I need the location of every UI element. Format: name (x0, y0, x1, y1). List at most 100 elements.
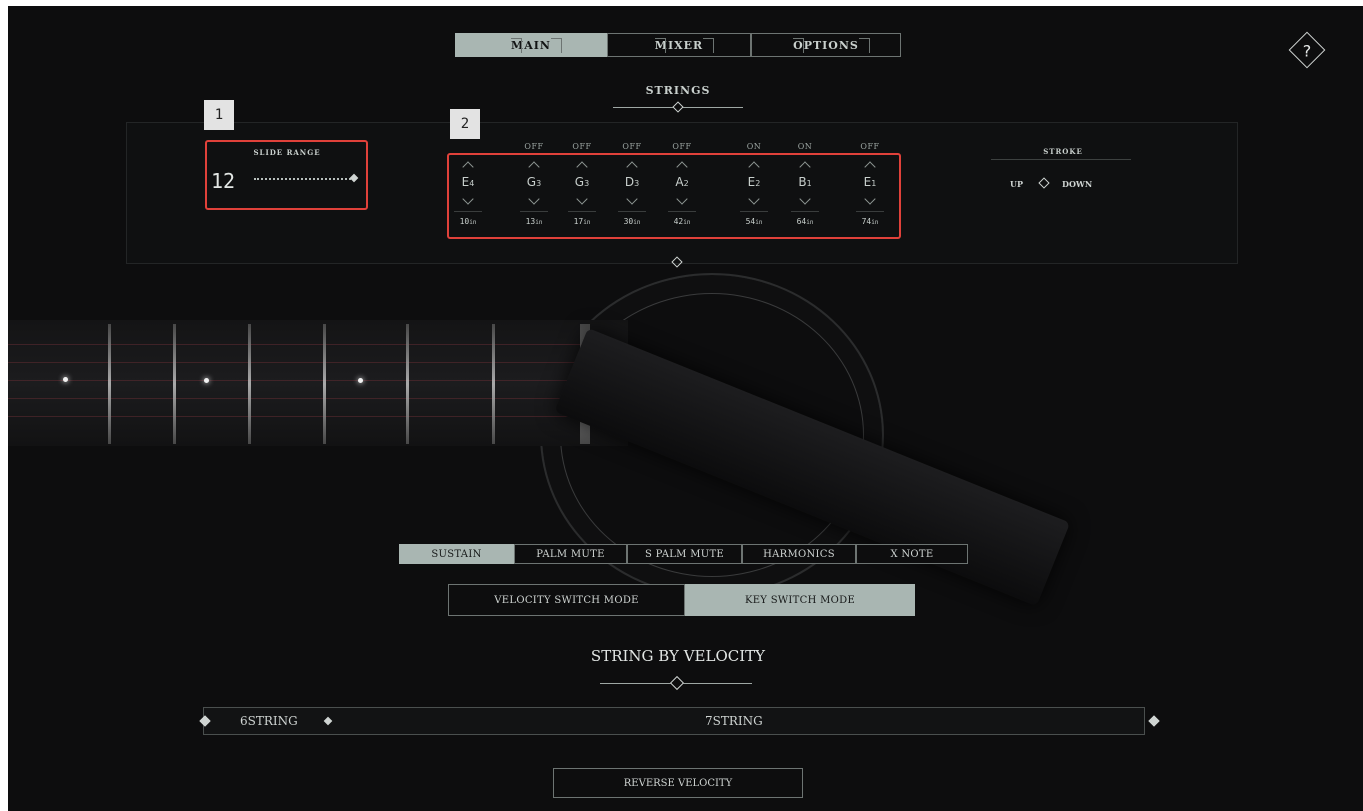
articulation-palm-mute[interactable]: PALM MUTE (514, 544, 627, 564)
gauge-value: 30 (623, 217, 634, 226)
strings-title: STRINGS (645, 84, 711, 97)
note-letter: G (574, 175, 585, 189)
tab-mixer[interactable]: MIXER (607, 33, 751, 57)
gauge-value: 64 (796, 217, 807, 226)
chevron-up-icon[interactable] (625, 162, 639, 168)
tab-main[interactable]: MAIN (455, 33, 607, 57)
reverse-velocity-button[interactable]: REVERSE VELOCITY (553, 768, 803, 798)
string-state[interactable]: OFF (567, 142, 597, 151)
chevron-up-icon[interactable] (461, 162, 475, 168)
note-octave: 1 (871, 179, 877, 188)
guitar-fret (108, 324, 111, 444)
note-octave: 2 (683, 179, 689, 188)
articulation-sustain[interactable]: SUSTAIN (399, 544, 514, 564)
string-divider (668, 211, 696, 212)
string-gauge[interactable]: 13in (517, 217, 551, 226)
gauge-value: 13 (525, 217, 536, 226)
string-state[interactable]: OFF (519, 142, 549, 151)
guitar-string (8, 362, 628, 363)
diamond-ornament-icon (669, 675, 685, 691)
guitar-fret (406, 324, 409, 444)
string-divider (454, 211, 482, 212)
string-state[interactable]: OFF (855, 142, 885, 151)
chevron-down-icon[interactable] (863, 198, 877, 204)
stroke-label: STROKE (1043, 147, 1083, 156)
string-note: B1 (790, 175, 820, 189)
guitar-string (8, 344, 628, 345)
fret-marker (204, 378, 209, 383)
gauge-unit: in (755, 219, 763, 226)
velocity-switch-mode-button[interactable]: VELOCITY SWITCH MODE (448, 584, 685, 616)
string-note: A2 (667, 175, 697, 189)
string-divider (568, 211, 596, 212)
fret-marker (63, 377, 68, 382)
string-gauge[interactable]: 54in (737, 217, 771, 226)
chevron-down-icon[interactable] (798, 198, 812, 204)
note-octave: 2 (755, 179, 761, 188)
gauge-value: 54 (745, 217, 756, 226)
chevron-up-icon[interactable] (863, 162, 877, 168)
string-divider (520, 211, 548, 212)
velocity-right-end-icon (1148, 715, 1160, 727)
chevron-up-icon[interactable] (798, 162, 812, 168)
note-letter: G (526, 175, 537, 189)
guitar-string (8, 398, 628, 399)
string-gauge[interactable]: 42in (665, 217, 699, 226)
velocity-7string-label: 7STRING (705, 714, 763, 728)
diamond-ornament-icon (672, 101, 684, 113)
articulation-harmonics[interactable]: HARMONICS (742, 544, 856, 564)
string-gauge[interactable]: 30in (615, 217, 649, 226)
chevron-down-icon[interactable] (675, 198, 689, 204)
guitar-fret (248, 324, 251, 444)
gauge-unit: in (806, 219, 814, 226)
annotation-badge-1: 1 (204, 100, 234, 130)
guitar-fretboard (8, 320, 628, 446)
articulation-s-palm-mute[interactable]: S PALM MUTE (627, 544, 742, 564)
highlight-strings (447, 153, 901, 239)
string-by-velocity-title: STRING BY VELOCITY (590, 647, 766, 665)
plugin-window: MAIN MIXER OPTIONS ? STRINGS 1 2 SLIDE R… (8, 6, 1363, 811)
note-octave: 3 (634, 179, 640, 188)
gauge-unit: in (583, 219, 591, 226)
note-octave: 3 (536, 179, 542, 188)
fret-marker (358, 378, 363, 383)
velocity-split-bar[interactable] (203, 707, 1145, 735)
gauge-value: 17 (573, 217, 584, 226)
guitar-fret (173, 324, 176, 444)
key-switch-mode-button[interactable]: KEY SWITCH MODE (685, 584, 915, 616)
string-gauge[interactable]: 10in (451, 217, 485, 226)
chevron-down-icon[interactable] (575, 198, 589, 204)
chevron-up-icon[interactable] (575, 162, 589, 168)
chevron-down-icon[interactable] (747, 198, 761, 204)
string-state[interactable]: OFF (617, 142, 647, 151)
string-gauge[interactable]: 74in (853, 217, 887, 226)
help-button[interactable]: ? (1288, 31, 1326, 69)
articulation-x-note[interactable]: X NOTE (856, 544, 968, 564)
gauge-value: 10 (459, 217, 470, 226)
chevron-down-icon[interactable] (625, 198, 639, 204)
chevron-down-icon[interactable] (527, 198, 541, 204)
string-state[interactable]: ON (739, 142, 769, 151)
gauge-unit: in (535, 219, 543, 226)
string-note: E4 (453, 175, 483, 189)
stroke-up[interactable]: UP (1010, 179, 1023, 189)
string-state[interactable]: OFF (667, 142, 697, 151)
string-divider (618, 211, 646, 212)
highlight-slide-range (205, 140, 368, 210)
chevron-down-icon[interactable] (461, 198, 475, 204)
gauge-value: 42 (673, 217, 684, 226)
chevron-up-icon[interactable] (747, 162, 761, 168)
string-divider (856, 211, 884, 212)
note-octave: 3 (584, 179, 590, 188)
guitar-string (8, 380, 628, 381)
tab-options[interactable]: OPTIONS (751, 33, 901, 57)
string-state[interactable]: ON (790, 142, 820, 151)
gauge-unit: in (633, 219, 641, 226)
string-gauge[interactable]: 64in (788, 217, 822, 226)
gauge-unit: in (683, 219, 691, 226)
note-octave: 1 (806, 179, 812, 188)
string-gauge[interactable]: 17in (565, 217, 599, 226)
chevron-up-icon[interactable] (527, 162, 541, 168)
chevron-up-icon[interactable] (675, 162, 689, 168)
stroke-down[interactable]: DOWN (1062, 179, 1092, 189)
